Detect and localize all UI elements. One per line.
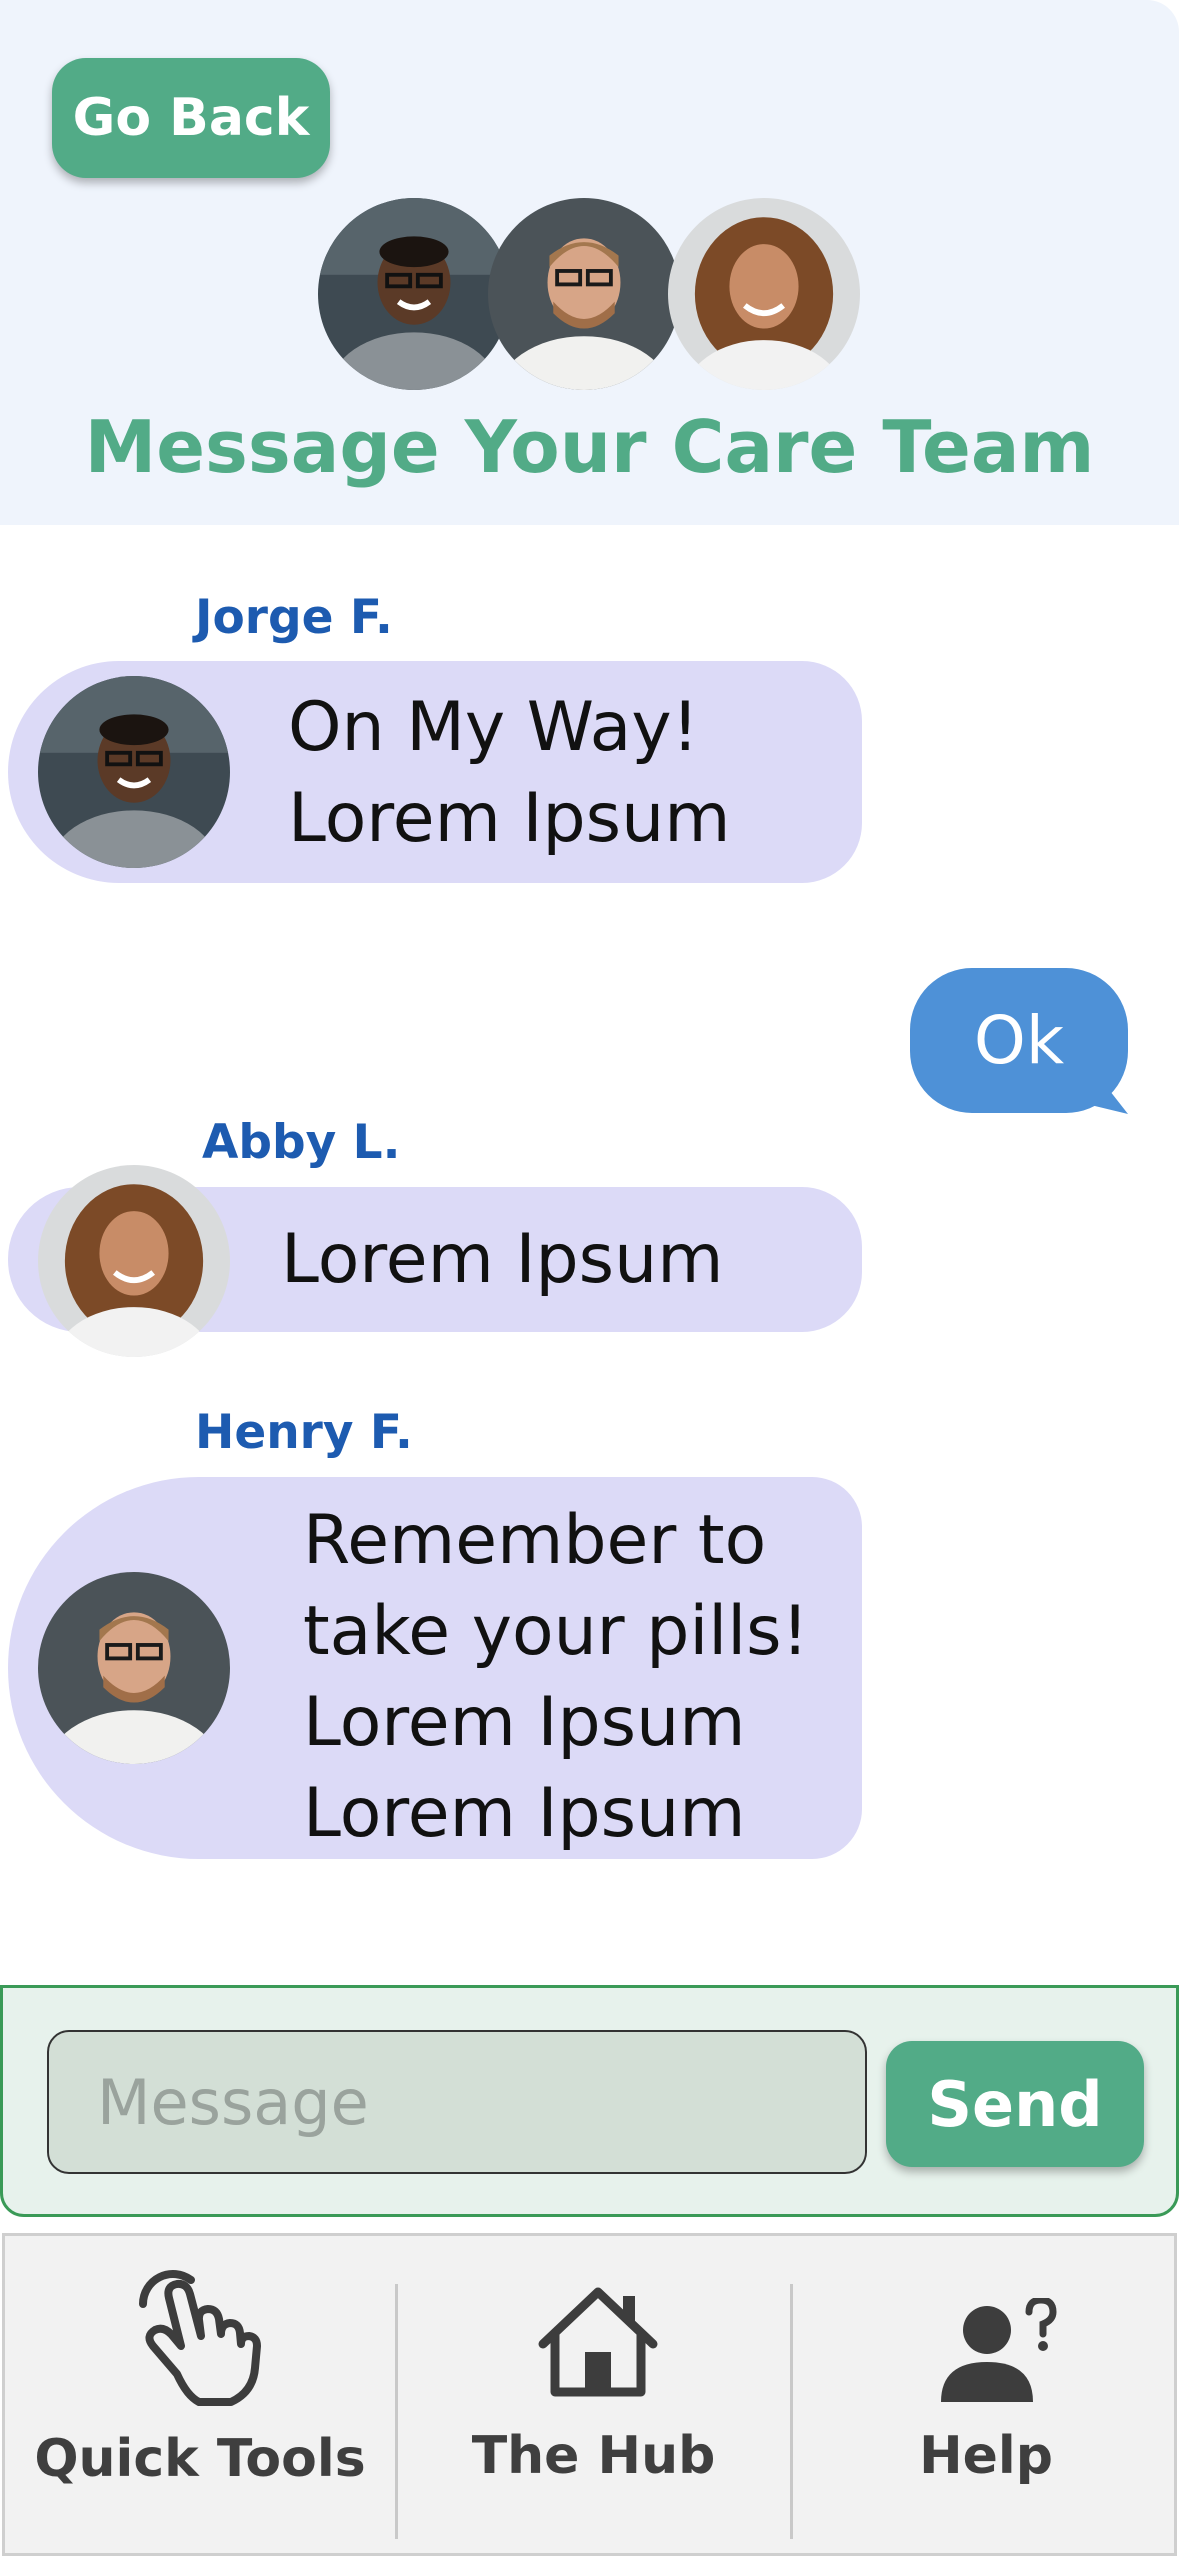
avatar-henry <box>488 198 680 390</box>
avatar-jorge <box>38 676 230 868</box>
person-question-icon <box>941 2298 1057 2402</box>
sender-name: Abby L. <box>202 1115 401 1170</box>
message-bubble: Lorem Ipsum <box>8 1165 862 1357</box>
care-team-avatars <box>318 198 860 390</box>
avatar-abby <box>668 198 860 390</box>
nav-label: Quick Tools <box>34 2429 366 2489</box>
nav-label: Help <box>919 2426 1053 2486</box>
compose-bar: Send <box>0 1985 1179 2217</box>
go-back-button[interactable]: Go Back <box>52 58 330 178</box>
page-title: Message Your Care Team <box>84 405 1095 489</box>
avatar-jorge <box>318 198 510 390</box>
nav-label: The Hub <box>471 2426 716 2486</box>
nav-the-hub[interactable]: The Hub <box>397 2236 790 2556</box>
message-text: Remember to take your pills! Lorem Ipsum… <box>303 1501 809 1853</box>
bottom-nav: Quick Tools The Hub Help <box>2 2233 1177 2556</box>
message-input[interactable] <box>47 2030 867 2174</box>
header: Go Back Message Your Care Team <box>0 0 1179 525</box>
sender-name: Jorge F. <box>195 590 393 645</box>
avatar-henry <box>38 1572 230 1764</box>
message-text: On My Way! Lorem Ipsum <box>288 688 731 858</box>
message-bubble: On My Way! Lorem Ipsum <box>8 661 862 883</box>
nav-quick-tools[interactable]: Quick Tools <box>5 2236 395 2556</box>
send-button[interactable]: Send <box>886 2041 1144 2167</box>
sender-name: Henry F. <box>195 1405 413 1460</box>
avatar-abby <box>38 1165 230 1357</box>
nav-help[interactable]: Help <box>792 2236 1179 2556</box>
tap-hand-icon <box>139 2270 261 2406</box>
message-bubble: Remember to take your pills! Lorem Ipsum… <box>8 1477 862 1859</box>
home-icon <box>538 2287 658 2397</box>
message-text: Lorem Ipsum <box>281 1220 724 1299</box>
reply-bubble: Ok <box>910 968 1128 1113</box>
